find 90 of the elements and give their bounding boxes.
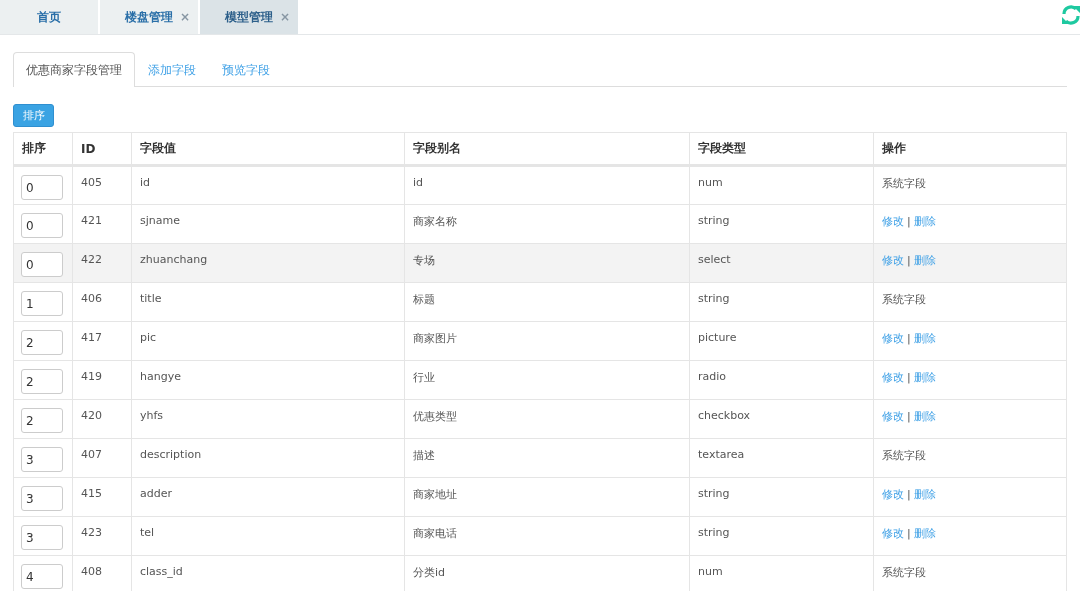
table-cell: adder (140, 487, 172, 500)
nav-tab[interactable]: 首页 (0, 0, 98, 34)
system-field-label: 系统字段 (882, 293, 926, 306)
delete-link[interactable]: 删除 (913, 527, 936, 540)
table-cell: id (140, 176, 151, 189)
table-cell: pic (140, 331, 157, 344)
table-cell: checkbox (698, 409, 751, 422)
nav-tab[interactable]: 楼盘管理 × (100, 0, 198, 34)
table-cell: string (698, 292, 730, 305)
table-cell: 422 (81, 253, 102, 266)
delete-link[interactable]: 删除 (913, 215, 936, 228)
order-input[interactable]: 1 (21, 291, 63, 316)
table-cell: title (140, 292, 162, 305)
table-cell: string (698, 526, 730, 539)
table-cell: 分类id (413, 566, 446, 579)
table-cell: picture (698, 331, 737, 344)
separator: | (907, 371, 911, 384)
table-cell: radio (698, 370, 727, 383)
separator: | (907, 527, 911, 540)
order-input[interactable]: 3 (21, 447, 63, 472)
system-field-label: 系统字段 (882, 566, 926, 579)
table-cell: 408 (81, 565, 102, 578)
separator: | (907, 332, 911, 345)
table-cell: hangye (140, 370, 181, 383)
separator: | (907, 488, 911, 501)
table-cell: 415 (81, 487, 102, 500)
edit-link[interactable]: 修改 (882, 488, 904, 501)
edit-link[interactable]: 修改 (882, 332, 904, 345)
edit-link[interactable]: 修改 (882, 254, 904, 267)
order-input[interactable]: 2 (21, 369, 63, 394)
system-field-label: 系统字段 (882, 177, 926, 190)
section-tab[interactable]: 添加字段 (135, 52, 209, 87)
table-cell: 商家图片 (413, 332, 457, 345)
table-cell: textarea (698, 448, 745, 461)
delete-link[interactable]: 删除 (913, 332, 936, 345)
table-cell: 商家名称 (413, 215, 457, 228)
table-cell: 专场 (413, 254, 435, 267)
table-cell: 420 (81, 409, 102, 422)
table-cell: sjname (140, 214, 180, 227)
edit-link[interactable]: 修改 (882, 371, 904, 384)
table-cell: 商家地址 (413, 488, 457, 501)
table-cell: num (698, 565, 723, 578)
order-input[interactable]: 2 (21, 330, 63, 355)
table-cell: 419 (81, 370, 102, 383)
table-cell: 421 (81, 214, 102, 227)
table-cell: 417 (81, 331, 102, 344)
close-icon[interactable]: × (279, 10, 290, 24)
sort-button[interactable]: 排序 (13, 104, 54, 127)
delete-link[interactable]: 删除 (913, 371, 936, 384)
order-input[interactable]: 2 (21, 408, 63, 433)
table-cell: yhfs (140, 409, 164, 422)
section-tab[interactable]: 优惠商家字段管理 (13, 52, 135, 87)
separator: | (907, 410, 911, 423)
separator: | (907, 254, 911, 267)
order-input[interactable]: 0 (21, 252, 63, 277)
table-cell: 标题 (413, 293, 435, 306)
table-cell: 商家电话 (413, 527, 457, 540)
table-cell: 405 (81, 176, 102, 189)
table-cell: 行业 (413, 371, 435, 384)
order-input[interactable]: 3 (21, 486, 63, 511)
order-input[interactable]: 3 (21, 525, 63, 550)
delete-link[interactable]: 删除 (913, 254, 936, 267)
table-cell: id (413, 176, 424, 189)
table-cell: string (698, 487, 730, 500)
separator: | (907, 215, 911, 228)
refresh-icon[interactable] (1060, 4, 1080, 26)
table-cell: string (698, 214, 730, 227)
table-cell: tel (140, 526, 155, 539)
table-cell: description (140, 448, 202, 461)
delete-link[interactable]: 删除 (913, 410, 936, 423)
table-cell: class_id (140, 565, 183, 578)
table-cell: select (698, 253, 731, 266)
edit-link[interactable]: 修改 (882, 527, 904, 540)
table-cell: zhuanchang (140, 253, 208, 266)
system-field-label: 系统字段 (882, 449, 926, 462)
order-input[interactable]: 0 (21, 175, 63, 200)
table-cell: 406 (81, 292, 102, 305)
table-cell: num (698, 176, 723, 189)
edit-link[interactable]: 修改 (882, 215, 904, 228)
table-cell: 423 (81, 526, 102, 539)
delete-link[interactable]: 删除 (913, 488, 936, 501)
nav-tab[interactable]: 模型管理 × (200, 0, 298, 34)
section-tab[interactable]: 预览字段 (209, 52, 283, 87)
table-cell: 407 (81, 448, 102, 461)
edit-link[interactable]: 修改 (882, 410, 904, 423)
table-cell: 描述 (413, 449, 435, 462)
close-icon[interactable]: × (179, 10, 190, 24)
order-input[interactable]: 4 (21, 564, 63, 589)
table-cell: 优惠类型 (413, 410, 457, 423)
order-input[interactable]: 0 (21, 213, 63, 238)
